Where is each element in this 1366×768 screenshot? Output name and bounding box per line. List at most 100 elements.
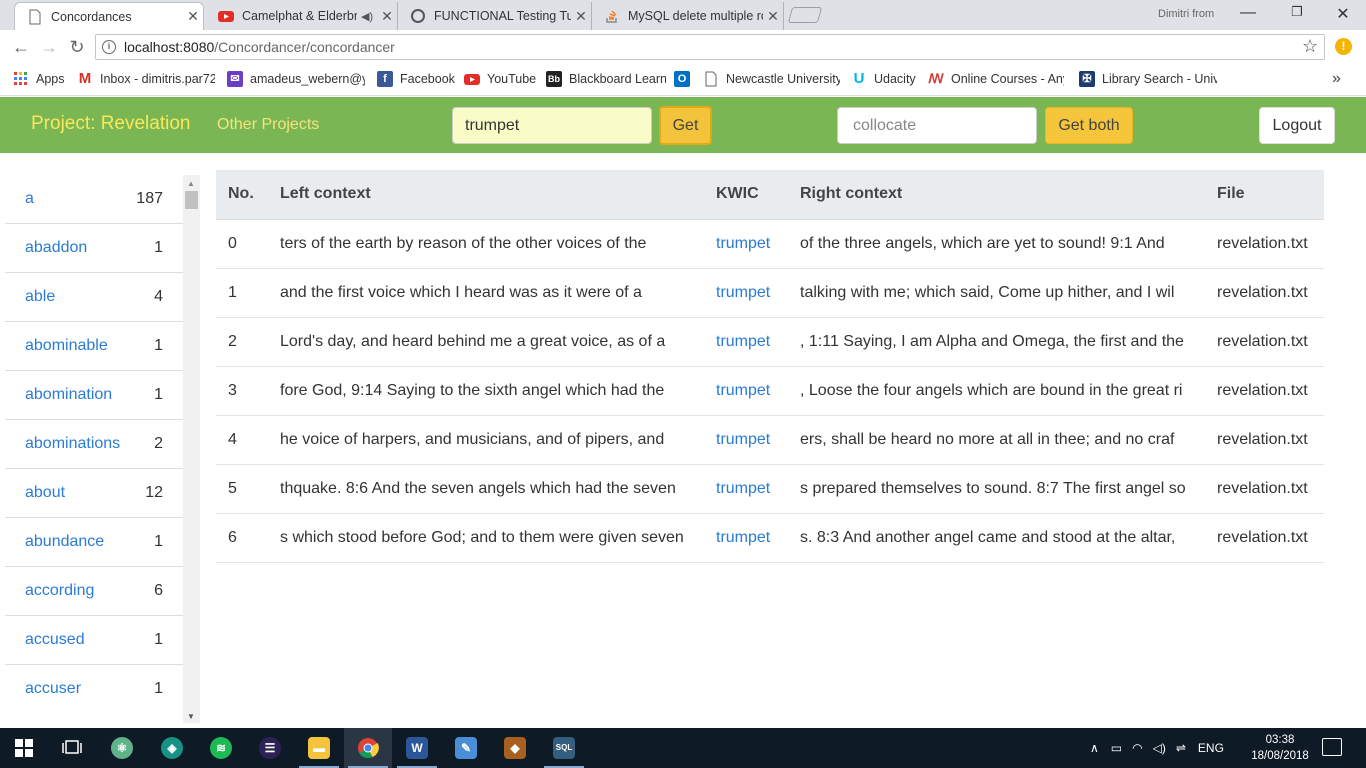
bookmark-udacity[interactable]: U Udacity <box>851 71 921 87</box>
restore-icon[interactable]: ❐ <box>1282 4 1312 26</box>
cell-kwic[interactable]: trumpet <box>704 513 788 563</box>
atom-icon[interactable]: ⚛ <box>98 728 146 768</box>
word-list-item[interactable]: about 12 <box>5 469 183 518</box>
minimize-icon[interactable]: — <box>1233 4 1263 26</box>
new-tab-button[interactable] <box>787 7 823 23</box>
url-bar[interactable]: i localhost:8080/Concordancer/concordanc… <box>95 34 1325 60</box>
word-list-item[interactable]: able 4 <box>5 273 183 322</box>
cell-kwic[interactable]: trumpet <box>704 219 788 269</box>
word-link[interactable]: accused <box>25 631 85 649</box>
close-window-icon[interactable]: ✕ <box>1328 4 1358 26</box>
task-view-icon[interactable] <box>48 728 96 768</box>
bookmark-label: Udacity <box>874 72 916 86</box>
chrome-icon[interactable] <box>344 728 392 768</box>
windows-start-icon[interactable] <box>0 728 48 768</box>
tab-camelphat[interactable]: Camelphat & Elderbrook ◀) ✕ <box>206 2 398 30</box>
bookmark-online-courses[interactable]: ꟿ Online Courses - Any <box>928 71 1064 87</box>
input-method-icon[interactable]: ⇌ <box>1176 741 1186 755</box>
scroll-up-arrow-icon[interactable]: ▲ <box>187 179 195 188</box>
word-link[interactable]: able <box>25 288 55 306</box>
profile-name[interactable]: Dimitri from <box>1158 8 1214 20</box>
word-link[interactable]: abominations <box>25 435 120 453</box>
speaker-icon[interactable]: ◀) <box>357 10 377 23</box>
bookmark-library-search[interactable]: ✠ Library Search - Univ <box>1079 71 1217 87</box>
close-tab-icon[interactable]: ✕ <box>377 8 397 25</box>
word-list-item[interactable]: according 6 <box>5 567 183 616</box>
mysql-workbench-icon[interactable]: SQL <box>540 728 588 768</box>
info-icon[interactable]: i <box>102 40 116 54</box>
word-link[interactable]: abaddon <box>25 239 87 257</box>
spotify-icon[interactable]: ≋ <box>197 728 245 768</box>
word-icon[interactable]: W <box>393 728 441 768</box>
table-row: 6s which stood before God; and to them w… <box>216 513 1324 563</box>
word-list-item[interactable]: a 187 <box>5 175 183 224</box>
paint-icon[interactable]: ✎ <box>442 728 490 768</box>
tab-functional-testing[interactable]: FUNCTIONAL Testing Tut ✕ <box>398 2 592 30</box>
cell-left-context: Lord's day, and heard behind me a great … <box>268 317 704 367</box>
battery-icon[interactable]: ▭ <box>1111 741 1122 755</box>
word-list-item[interactable]: abominable 1 <box>5 322 183 371</box>
bookmark-star-icon[interactable]: ☆ <box>1302 36 1318 57</box>
scroll-down-arrow-icon[interactable]: ▼ <box>187 712 195 721</box>
collocate-input[interactable] <box>837 107 1037 144</box>
other-projects-link[interactable]: Other Projects <box>217 116 319 134</box>
file-explorer-icon[interactable]: ▬ <box>295 728 343 768</box>
close-tab-icon[interactable]: ✕ <box>183 8 203 25</box>
logout-button[interactable]: Logout <box>1259 107 1335 144</box>
update-warning-icon[interactable]: ! <box>1335 38 1352 55</box>
word-list-item[interactable]: abomination 1 <box>5 371 183 420</box>
cell-kwic[interactable]: trumpet <box>704 268 788 318</box>
word-list-item[interactable]: abominations 2 <box>5 420 183 469</box>
scrollbar-thumb[interactable] <box>185 191 198 209</box>
bookmark-youtube[interactable]: YouTube <box>464 71 539 87</box>
stackoverflow-icon <box>606 10 617 23</box>
bookmark-outlook[interactable]: O <box>674 71 696 87</box>
gitkraken-icon[interactable]: ◈ <box>148 728 196 768</box>
action-center-icon[interactable] <box>1322 738 1342 756</box>
cell-kwic[interactable]: trumpet <box>704 317 788 367</box>
cell-kwic[interactable]: trumpet <box>704 366 788 416</box>
more-bookmarks-icon[interactable]: » <box>1332 70 1341 88</box>
tab-mysql-delete[interactable]: MySQL delete multiple rc ✕ <box>592 2 784 30</box>
bookmark-facebook[interactable]: f Facebook <box>377 71 457 87</box>
bookmark-blackboard[interactable]: Bb Blackboard Learn <box>546 71 666 87</box>
word-link[interactable]: abomination <box>25 386 112 404</box>
word-list-item[interactable]: abundance 1 <box>5 518 183 567</box>
bookmark-newcastle[interactable]: Newcastle University <box>703 71 840 87</box>
show-hidden-icons-icon[interactable]: ∧ <box>1090 741 1099 755</box>
word-list-scrollbar[interactable]: ▲ ▼ <box>183 175 200 723</box>
word-link[interactable]: according <box>25 582 94 600</box>
word-list-item[interactable]: abaddon 1 <box>5 224 183 273</box>
cell-kwic[interactable]: trumpet <box>704 415 788 465</box>
cell-right-context: s. 8:3 And another angel came and stood … <box>788 513 1205 563</box>
close-tab-icon[interactable]: ✕ <box>763 8 783 25</box>
get-button[interactable]: Get <box>659 106 712 145</box>
game-icon[interactable]: ◆ <box>491 728 539 768</box>
get-both-button[interactable]: Get both <box>1045 107 1133 144</box>
cell-no: 6 <box>216 513 268 563</box>
page-icon <box>705 71 717 87</box>
keyword-search-input[interactable] <box>452 107 652 144</box>
back-arrow-icon[interactable]: ← <box>10 36 32 58</box>
word-link[interactable]: abundance <box>25 533 104 551</box>
forward-arrow-icon[interactable]: → <box>38 36 60 58</box>
word-list-item[interactable]: accused 1 <box>5 616 183 665</box>
cell-kwic[interactable]: trumpet <box>704 464 788 514</box>
wifi-icon[interactable]: ◠ <box>1132 741 1142 755</box>
system-clock[interactable]: 03:38 18/08/2018 <box>1250 732 1310 764</box>
project-title[interactable]: Project: Revelation <box>31 113 190 135</box>
volume-icon[interactable]: ◁) <box>1153 741 1166 755</box>
language-indicator[interactable]: ENG <box>1198 741 1224 755</box>
bookmark-gmail[interactable]: M Inbox - dimitris.par72 <box>77 71 215 87</box>
word-link[interactable]: accuser <box>25 680 81 698</box>
eclipse-icon[interactable]: ☰ <box>246 728 294 768</box>
word-link[interactable]: about <box>25 484 65 502</box>
bookmark-apps[interactable]: Apps <box>13 71 73 87</box>
reload-icon[interactable]: ↻ <box>66 36 88 58</box>
close-tab-icon[interactable]: ✕ <box>571 8 591 25</box>
word-list-item[interactable]: accuser 1 <box>5 665 183 713</box>
word-link[interactable]: abominable <box>25 337 108 355</box>
word-link[interactable]: a <box>25 190 34 208</box>
bookmark-yahoo-mail[interactable]: ✉ amadeus_webern@y <box>227 71 365 87</box>
tab-concordances[interactable]: Concordances ✕ <box>14 2 204 30</box>
